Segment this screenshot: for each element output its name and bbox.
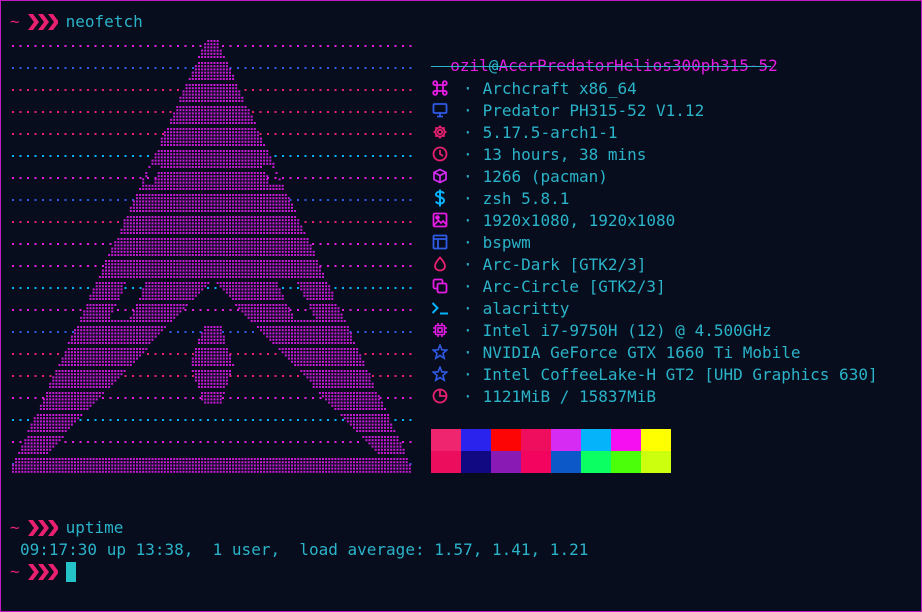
info-row-gpu-nvidia: · NVIDIA GeForce GTX 1660 Ti Mobile (431, 341, 878, 363)
window-layout-icon (431, 233, 449, 251)
info-value: 1266 (pacman) (482, 166, 608, 186)
palette-swatch (641, 429, 671, 451)
color-palette (431, 429, 671, 473)
package-icon (431, 167, 449, 185)
info-row-kernel: · 5.17.5-arch1-1 (431, 121, 878, 143)
palette-swatch (431, 429, 461, 451)
info-value: bspwm (482, 232, 531, 252)
command-key-icon (431, 79, 449, 97)
info-value: zsh 5.8.1 (482, 188, 570, 208)
dollar-icon (431, 189, 449, 207)
archcraft-logo-art (12, 40, 412, 473)
user-host-title: ozil@AcerPredatorHelios300ph315-52 (431, 33, 778, 75)
pie-chart-icon (431, 387, 449, 405)
monitor-icon (431, 101, 449, 119)
copy-icon (431, 277, 449, 295)
system-info-list: · Archcraft x86_64 · Predator PH315-52 V… (431, 77, 878, 407)
info-row-wm: · bspwm (431, 231, 878, 253)
droplet-icon (431, 255, 449, 273)
prompt-line-neofetch: ~ neofetch (10, 11, 143, 33)
prompt-tilde: ~ (10, 518, 20, 537)
info-row-gpu-intel: · Intel CoffeeLake-H GT2 [UHD Graphics 6… (431, 363, 878, 385)
info-value: Predator PH315-52 V1.12 (482, 100, 705, 120)
info-value: 1121MiB / 15837MiB (482, 386, 657, 406)
info-value: 1920x1080, 1920x1080 (482, 210, 676, 230)
info-row-cpu: · Intel i7-9750H (12) @ 4.500GHz (431, 319, 878, 341)
palette-swatch (461, 451, 491, 473)
info-row-shell: · zsh 5.8.1 (431, 187, 878, 209)
info-value: Intel CoffeeLake-H GT2 [UHD Graphics 630… (482, 364, 878, 384)
palette-swatch (641, 451, 671, 473)
text-cursor[interactable] (65, 562, 76, 582)
prompt-line-uptime: ~ uptime (10, 517, 123, 539)
palette-swatch (491, 429, 521, 451)
palette-swatch (611, 451, 641, 473)
palette-swatch (521, 429, 551, 451)
cpu-icon (431, 321, 449, 339)
info-value: Arc-Circle [GTK2/3] (482, 276, 666, 296)
info-value: alacritty (482, 298, 570, 318)
info-row-uptime: · 13 hours, 38 mins (431, 143, 878, 165)
info-row-theme: · Arc-Dark [GTK2/3] (431, 253, 878, 275)
palette-swatch (611, 429, 641, 451)
info-row-terminal: · alacritty (431, 297, 878, 319)
info-value: Archcraft x86_64 (482, 78, 637, 98)
star-icon (431, 343, 449, 361)
palette-swatch (581, 429, 611, 451)
command-uptime: uptime (65, 518, 124, 537)
palette-swatch (431, 451, 461, 473)
palette-swatch (461, 429, 491, 451)
triple-chevron-right-icon (27, 564, 58, 580)
info-value: Arc-Dark [GTK2/3] (482, 254, 647, 274)
terminal-icon (431, 299, 449, 317)
prompt-tilde: ~ (10, 12, 20, 31)
info-value: 13 hours, 38 mins (482, 144, 647, 164)
title-underline (431, 66, 771, 67)
uptime-output: 09:17:30 up 13:38, 1 user, load average:… (20, 540, 589, 559)
info-row-host: · Predator PH315-52 V1.12 (431, 99, 878, 121)
info-value: 5.17.5-arch1-1 (482, 122, 618, 142)
prompt-tilde: ~ (10, 562, 20, 581)
info-row-resolution: · 1920x1080, 1920x1080 (431, 209, 878, 231)
info-row-icons: · Arc-Circle [GTK2/3] (431, 275, 878, 297)
info-row-os: · Archcraft x86_64 (431, 77, 878, 99)
info-value: NVIDIA GeForce GTX 1660 Ti Mobile (482, 342, 801, 362)
info-row-memory: · 1121MiB / 15837MiB (431, 385, 878, 407)
clock-icon (431, 145, 449, 163)
triple-chevron-right-icon (27, 520, 58, 536)
palette-swatch (581, 451, 611, 473)
palette-swatch (551, 451, 581, 473)
command-neofetch: neofetch (65, 12, 143, 31)
palette-swatch (491, 451, 521, 473)
triple-chevron-right-icon (27, 14, 58, 30)
image-icon (431, 211, 449, 229)
palette-swatch (551, 429, 581, 451)
gear-icon (431, 123, 449, 141)
palette-swatch (521, 451, 551, 473)
prompt-line-active[interactable]: ~ (10, 561, 76, 583)
star-icon (431, 365, 449, 383)
info-row-packages: · 1266 (pacman) (431, 165, 878, 187)
info-value: Intel i7-9750H (12) @ 4.500GHz (482, 320, 772, 340)
